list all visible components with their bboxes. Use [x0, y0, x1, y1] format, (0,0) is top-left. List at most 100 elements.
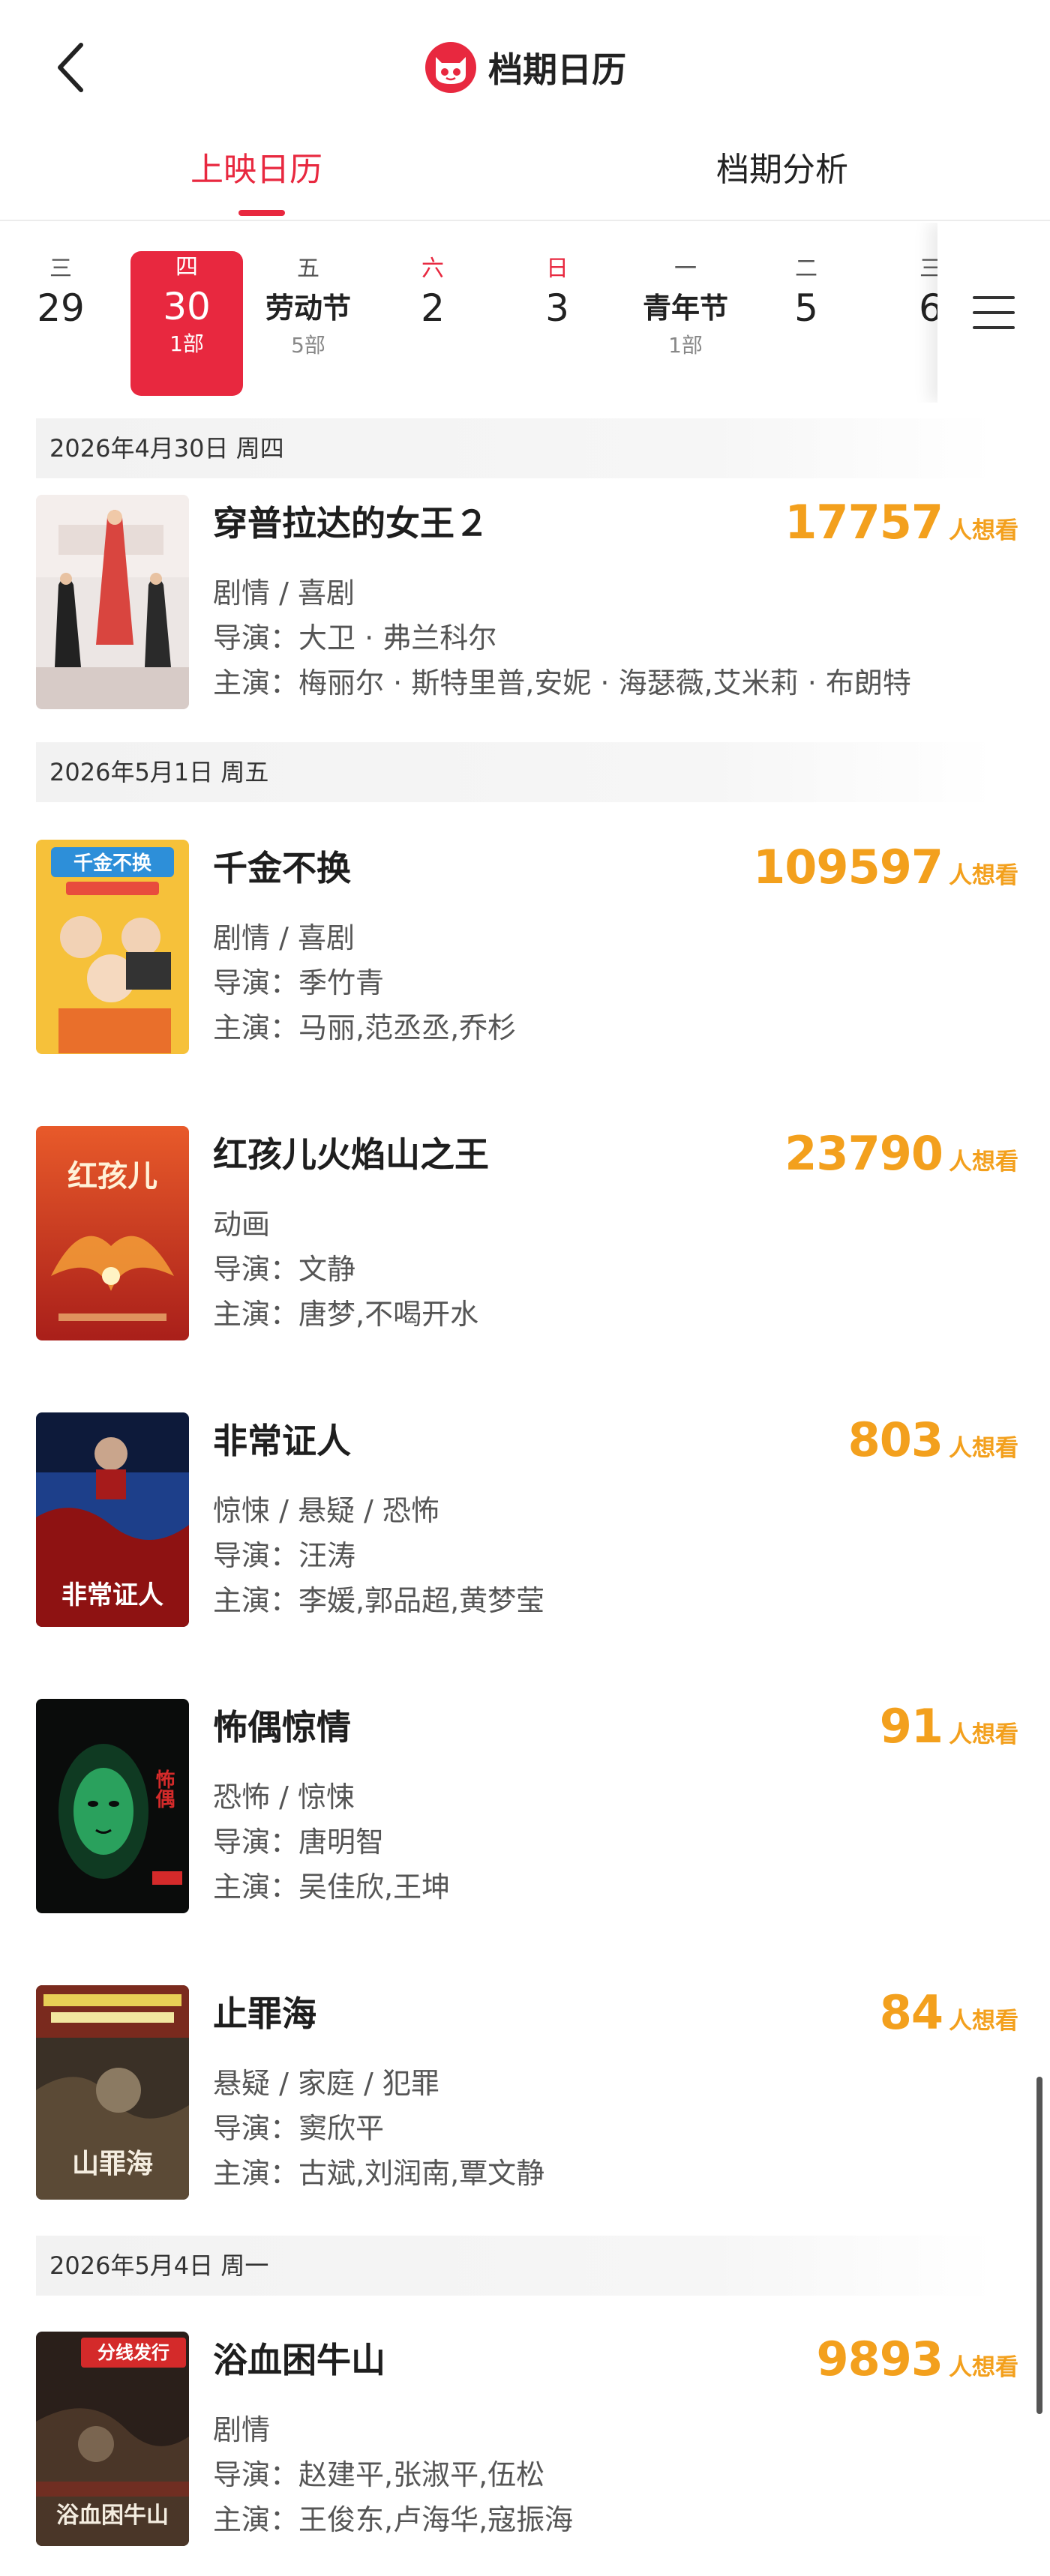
movie-title: 非常证人	[213, 1421, 351, 1461]
cast-value: 李媛,郭品超,黄梦莹	[298, 1584, 545, 1617]
date-section-header: 2026年5月1日 周五	[36, 742, 996, 802]
movie-genre: 惊悚 / 悬疑 / 恐怖	[213, 1494, 440, 1527]
date-label: 30	[163, 285, 211, 328]
poster-text: 怖偶	[152, 1769, 175, 1809]
tab-schedule-analysis[interactable]: 档期分析	[716, 142, 848, 190]
top-bar: 档期日历	[0, 0, 1050, 135]
movie-poster[interactable]: 怖偶	[36, 1699, 189, 1913]
tab-release-calendar[interactable]: 上映日历	[190, 142, 322, 190]
date-weekday: 日	[546, 256, 568, 282]
director-value: 窦欣平	[298, 2112, 385, 2145]
hamburger-menu-icon[interactable]	[938, 223, 1050, 403]
date-item[interactable]: 六 2	[376, 253, 489, 395]
movie-cast: 主演：马丽,范丞丞,乔杉	[213, 1005, 516, 1046]
movie-title: 浴血困牛山	[213, 2340, 386, 2380]
movie-cast: 主演：王俊东,卢海华,寇振海	[213, 2497, 573, 2538]
movie-director: 导演：文静	[213, 1246, 356, 1287]
scrollbar[interactable]	[1036, 2077, 1042, 2414]
want-suffix: 人想看	[949, 2354, 1018, 2381]
date-label: 29	[37, 286, 85, 330]
director-label: 导演：	[213, 1539, 299, 1572]
want-to-see: 109597 人想看	[753, 840, 1018, 894]
date-count: 5部	[291, 333, 326, 358]
cast-value: 古斌,刘润南,覃文静	[298, 2157, 545, 2190]
movie-director: 导演：赵建平,张淑平,伍松	[213, 2452, 544, 2493]
date-item[interactable]: 日 3	[501, 253, 614, 395]
cast-value: 梅丽尔 · 斯特里普,安妮 · 海瑟薇,艾米莉 · 布朗特	[298, 666, 911, 699]
date-item[interactable]: 五 劳动节 5部	[252, 253, 364, 395]
movie-director: 导演：窦欣平	[213, 2105, 384, 2146]
poster-text: 非常证人	[62, 1580, 164, 1610]
director-label: 导演：	[213, 966, 299, 999]
director-value: 赵建平,张淑平,伍松	[298, 2458, 545, 2491]
date-weekday: 三	[50, 256, 72, 282]
movie-poster[interactable]: 山罪海	[36, 1985, 189, 2200]
date-label: 3	[545, 286, 569, 330]
movie-item[interactable]: 山罪海 止罪海 84 人想看 悬疑 / 家庭 / 犯罪 导演：窦欣平 主演：古斌…	[36, 1985, 1018, 2203]
movie-item[interactable]: 非常证人 非常证人 803 人想看 惊悚 / 悬疑 / 恐怖 导演：汪涛 主演：…	[36, 1412, 1018, 1630]
director-value: 季竹青	[298, 966, 385, 999]
poster-text: 红孩儿	[68, 1158, 158, 1194]
header-title-group: 档期日历	[0, 37, 1050, 97]
director-value: 汪涛	[298, 1539, 356, 1572]
maoyan-cat-logo-icon	[425, 42, 476, 93]
movie-director: 导演：季竹青	[213, 960, 384, 1001]
cast-value: 马丽,范丞丞,乔杉	[298, 1011, 517, 1044]
movie-item[interactable]: 分线发行 浴血困牛山 浴血困牛山 9893 人想看 剧情 导演：赵建平,张淑平,…	[36, 2332, 1018, 2549]
poster-text: 千金不换	[74, 852, 152, 875]
want-suffix: 人想看	[949, 862, 1018, 889]
date-count	[501, 331, 614, 361]
date-item-selected[interactable]: 四 30 1部	[130, 251, 243, 396]
want-suffix: 人想看	[949, 1149, 1018, 1176]
want-to-see: 84 人想看	[880, 1985, 1018, 2040]
date-label: 青年节	[642, 292, 728, 325]
cast-value: 唐梦,不喝开水	[298, 1298, 479, 1331]
movie-cast: 主演：古斌,刘润南,覃文静	[213, 2150, 544, 2191]
movie-poster[interactable]: 分线发行 浴血困牛山	[36, 2332, 189, 2546]
cast-label: 主演：	[213, 1871, 299, 1904]
cast-label: 主演：	[213, 2157, 299, 2190]
movie-item[interactable]: 怖偶 怖偶惊情 91 人想看 恐怖 / 惊悚 导演：唐明智 主演：吴佳欣,王坤	[36, 1699, 1018, 1916]
want-suffix: 人想看	[949, 1435, 1018, 1462]
movie-poster[interactable]: 非常证人	[36, 1412, 189, 1627]
date-weekday: 一	[674, 256, 697, 282]
want-suffix: 人想看	[949, 2008, 1018, 2035]
want-count: 17757	[784, 495, 944, 550]
date-section-header: 2026年5月4日 周一	[36, 2236, 996, 2296]
want-count: 91	[879, 1699, 944, 1754]
date-item[interactable]: 一 青年节 1部	[626, 253, 746, 395]
movie-poster[interactable]: 红孩儿	[36, 1126, 189, 1340]
movie-cast: 主演：唐梦,不喝开水	[213, 1291, 478, 1332]
movie-genre: 剧情 / 喜剧	[213, 577, 355, 610]
date-strip: 三 29 四 30 1部 五 劳动节 5部 六 2 日 3 一 青年节 1部 二…	[0, 223, 1050, 403]
movie-title: 穿普拉达的女王２	[213, 503, 489, 544]
date-weekday: 六	[422, 256, 444, 282]
cast-label: 主演：	[213, 1011, 299, 1044]
movie-item[interactable]: 千金不换 千金不换 109597 人想看 剧情 / 喜剧 导演：季竹青 主演：马…	[36, 840, 1018, 1057]
want-to-see: 803 人想看	[848, 1412, 1018, 1467]
date-count	[376, 331, 489, 361]
movie-item[interactable]: 穿普拉达的女王２ 17757 人想看 剧情 / 喜剧 导演：大卫 · 弗兰科尔 …	[36, 495, 1018, 712]
want-to-see: 9893 人想看	[816, 2332, 1018, 2386]
cast-label: 主演：	[213, 666, 299, 699]
movie-title: 红孩儿火焰山之王	[213, 1134, 489, 1175]
director-value: 大卫 · 弗兰科尔	[298, 622, 497, 654]
date-label: 劳动节	[265, 292, 351, 325]
movie-item[interactable]: 红孩儿 红孩儿火焰山之王 23790 人想看 动画 导演：文静 主演：唐梦,不喝…	[36, 1126, 1018, 1343]
movie-title: 千金不换	[213, 848, 351, 888]
movie-title: 止罪海	[213, 1993, 316, 2034]
director-label: 导演：	[213, 2458, 299, 2491]
want-count: 9893	[816, 2332, 944, 2386]
date-section-header: 2026年4月30日 周四	[36, 418, 996, 478]
date-item[interactable]: 二 5	[750, 253, 862, 395]
movie-genre: 剧情	[213, 2413, 271, 2446]
date-item[interactable]: 三 29	[4, 253, 117, 395]
movie-poster[interactable]	[36, 495, 189, 709]
date-count	[4, 331, 117, 361]
movie-director: 导演：大卫 · 弗兰科尔	[213, 615, 496, 656]
movie-poster[interactable]: 千金不换	[36, 840, 189, 1054]
movie-genre: 剧情 / 喜剧	[213, 921, 355, 954]
want-to-see: 91 人想看	[880, 1699, 1018, 1754]
date-weekday: 二	[795, 256, 818, 282]
date-count: 1部	[170, 331, 204, 356]
